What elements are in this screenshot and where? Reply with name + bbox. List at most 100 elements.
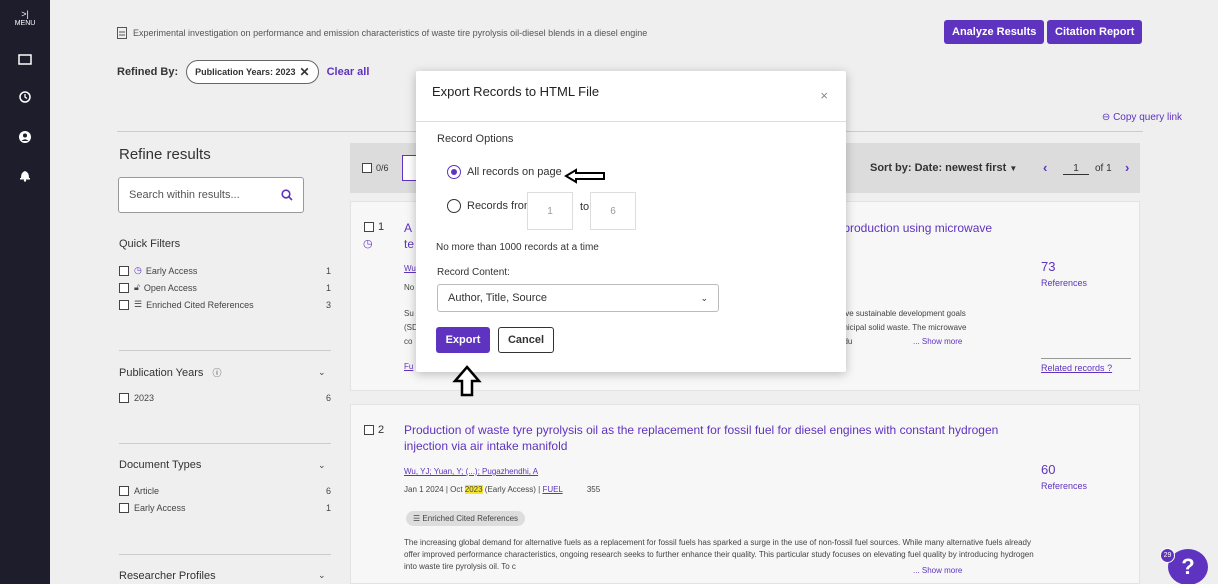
record-select[interactable]: 1: [364, 221, 384, 233]
radio-selected[interactable]: [447, 165, 461, 179]
checkbox[interactable]: [119, 299, 129, 310]
search-icon[interactable]: [281, 189, 293, 201]
references-label[interactable]: References: [1041, 278, 1087, 288]
show-more-link[interactable]: ... Show more: [913, 565, 962, 577]
cancel-button[interactable]: Cancel: [498, 327, 554, 353]
publication-years-heading[interactable]: Publication Years ⓘ: [119, 366, 221, 379]
all-records-option[interactable]: All records on page: [447, 165, 562, 179]
filter-count: 1: [325, 265, 331, 276]
menu-button[interactable]: >| MENU: [0, 10, 50, 28]
record-number: 2: [378, 424, 385, 436]
copy-query-link[interactable]: ⊖ Copy query link: [1102, 112, 1182, 123]
arrow-up-annotation-icon: [452, 365, 482, 397]
record-authors[interactable]: Wu: [404, 264, 416, 273]
record-date-line: Jan 1 2024 | Oct 2023 (Early Access) | F…: [404, 484, 600, 496]
references-count[interactable]: 73: [1041, 259, 1055, 274]
all-records-label: All records on page: [467, 166, 562, 178]
enriched-refs-badge: ☰ Enriched Cited References: [406, 511, 526, 526]
sort-by-dropdown[interactable]: Sort by: Date: newest first ▼: [870, 162, 1017, 174]
close-icon[interactable]: ×: [820, 88, 828, 103]
references-label[interactable]: References: [1041, 481, 1087, 491]
filter-year-2023[interactable]: 2023 6: [119, 393, 331, 403]
filter-open-access[interactable]: 🔓︎ Open Access 1: [119, 282, 331, 293]
related-records-link[interactable]: Related records ?: [1041, 363, 1112, 373]
left-sidebar: >| MENU: [0, 0, 50, 584]
menu-label: MENU: [14, 20, 36, 27]
record-title[interactable]: Production of waste tyre pyrolysis oil a…: [404, 422, 1044, 454]
filter-enriched-refs[interactable]: ☰ Enriched Cited References 3: [119, 299, 331, 310]
filter-article[interactable]: Article 6: [119, 486, 331, 496]
filter-chip-label: Publication Years: 2023: [195, 67, 296, 77]
record-number: 1: [378, 221, 385, 233]
filter-label: Early Access: [134, 503, 186, 513]
checkbox[interactable]: [362, 163, 372, 173]
record-title-end[interactable]: y production using microwave: [834, 220, 992, 236]
record-select[interactable]: 2: [364, 424, 384, 436]
records-to-input[interactable]: 6: [590, 192, 636, 230]
volume: 355: [586, 485, 601, 494]
user-account-icon[interactable]: [0, 130, 50, 144]
filter-count: 6: [325, 393, 331, 403]
abstract-line-3: co: [404, 337, 413, 346]
copy-query-link-label: Copy query link: [1113, 112, 1182, 123]
filter-early-access[interactable]: ◷ Early Access 1: [119, 265, 331, 276]
next-page-icon[interactable]: ›: [1125, 160, 1129, 175]
filter-label: Enriched Cited References: [146, 299, 254, 310]
lock-open-icon: 🔓︎: [134, 282, 140, 292]
previous-page-icon[interactable]: ‹: [1043, 160, 1047, 175]
records-from-input[interactable]: 1: [527, 192, 573, 230]
document-types-heading[interactable]: Document Types: [119, 459, 201, 471]
checkbox[interactable]: [119, 393, 129, 403]
info-icon[interactable]: ⓘ: [212, 368, 221, 378]
record-content-select[interactable]: Author, Title, Source ⌄: [437, 284, 719, 312]
document-title-line: Experimental investigation on performanc…: [117, 27, 647, 39]
enriched-refs-icon: ☰: [134, 299, 143, 309]
search-placeholder: Search within results...: [129, 189, 240, 201]
record-card: 2 Production of waste tyre pyrolysis oil…: [350, 404, 1140, 584]
checkbox[interactable]: [119, 486, 129, 496]
badge-label: Enriched Cited References: [422, 514, 519, 523]
record-authors[interactable]: Wu, YJ; Yuan, Y; (...); Pugazhendhi, A: [404, 467, 538, 476]
clock-icon: ◷: [363, 238, 373, 250]
checkbox[interactable]: [119, 282, 129, 293]
citation-report-button[interactable]: Citation Report: [1047, 20, 1143, 44]
document-icon: [117, 27, 127, 39]
references-count[interactable]: 60: [1041, 462, 1055, 477]
clear-all-link[interactable]: Clear all: [327, 66, 370, 78]
record-title-start[interactable]: A: [404, 220, 412, 236]
abstract-right-2: unicipal solid waste. The microwave: [839, 323, 967, 332]
folder-icon[interactable]: [0, 53, 50, 65]
divider: [119, 443, 331, 444]
export-button[interactable]: Export: [436, 327, 490, 353]
chevron-down-icon[interactable]: ⌄: [318, 460, 326, 471]
show-more-link[interactable]: ... Show more: [913, 336, 962, 348]
journal-link[interactable]: FUEL: [542, 485, 562, 494]
filter-label: Early Access: [145, 265, 198, 276]
search-within-input[interactable]: Search within results...: [118, 177, 304, 213]
chip-close-icon[interactable]: ✕: [300, 65, 310, 79]
checkbox[interactable]: [364, 222, 374, 232]
refined-by-row: Refined By: Publication Years: 2023 ✕ Cl…: [117, 60, 369, 84]
chevron-down-icon[interactable]: ⌄: [318, 570, 326, 581]
records-from-option[interactable]: Records from:: [447, 199, 536, 213]
caret-down-icon: ▼: [1009, 164, 1018, 173]
analyze-results-button[interactable]: Analyze Results: [944, 20, 1045, 44]
record-footer-link[interactable]: Fu: [404, 362, 413, 371]
checkbox[interactable]: [119, 265, 129, 276]
filter-count: 1: [325, 503, 331, 513]
select-all[interactable]: 0/6: [362, 163, 389, 173]
records-from-label: Records from:: [467, 200, 537, 212]
page-input[interactable]: 1: [1063, 163, 1089, 175]
history-icon[interactable]: [0, 90, 50, 104]
filter-doc-early-access[interactable]: Early Access 1: [119, 503, 331, 513]
checkbox[interactable]: [364, 425, 374, 435]
filter-chip[interactable]: Publication Years: 2023 ✕: [186, 60, 319, 84]
record-title-line2[interactable]: te: [404, 236, 414, 252]
bell-icon[interactable]: [0, 168, 50, 182]
chevron-down-icon[interactable]: ⌄: [318, 367, 326, 378]
abstract-line-1: Su: [404, 309, 414, 318]
checkbox[interactable]: [119, 503, 129, 513]
export-modal: Export Records to HTML File × Record Opt…: [416, 71, 846, 372]
researcher-profiles-heading[interactable]: Researcher Profiles: [119, 570, 216, 582]
radio-unselected[interactable]: [447, 199, 461, 213]
